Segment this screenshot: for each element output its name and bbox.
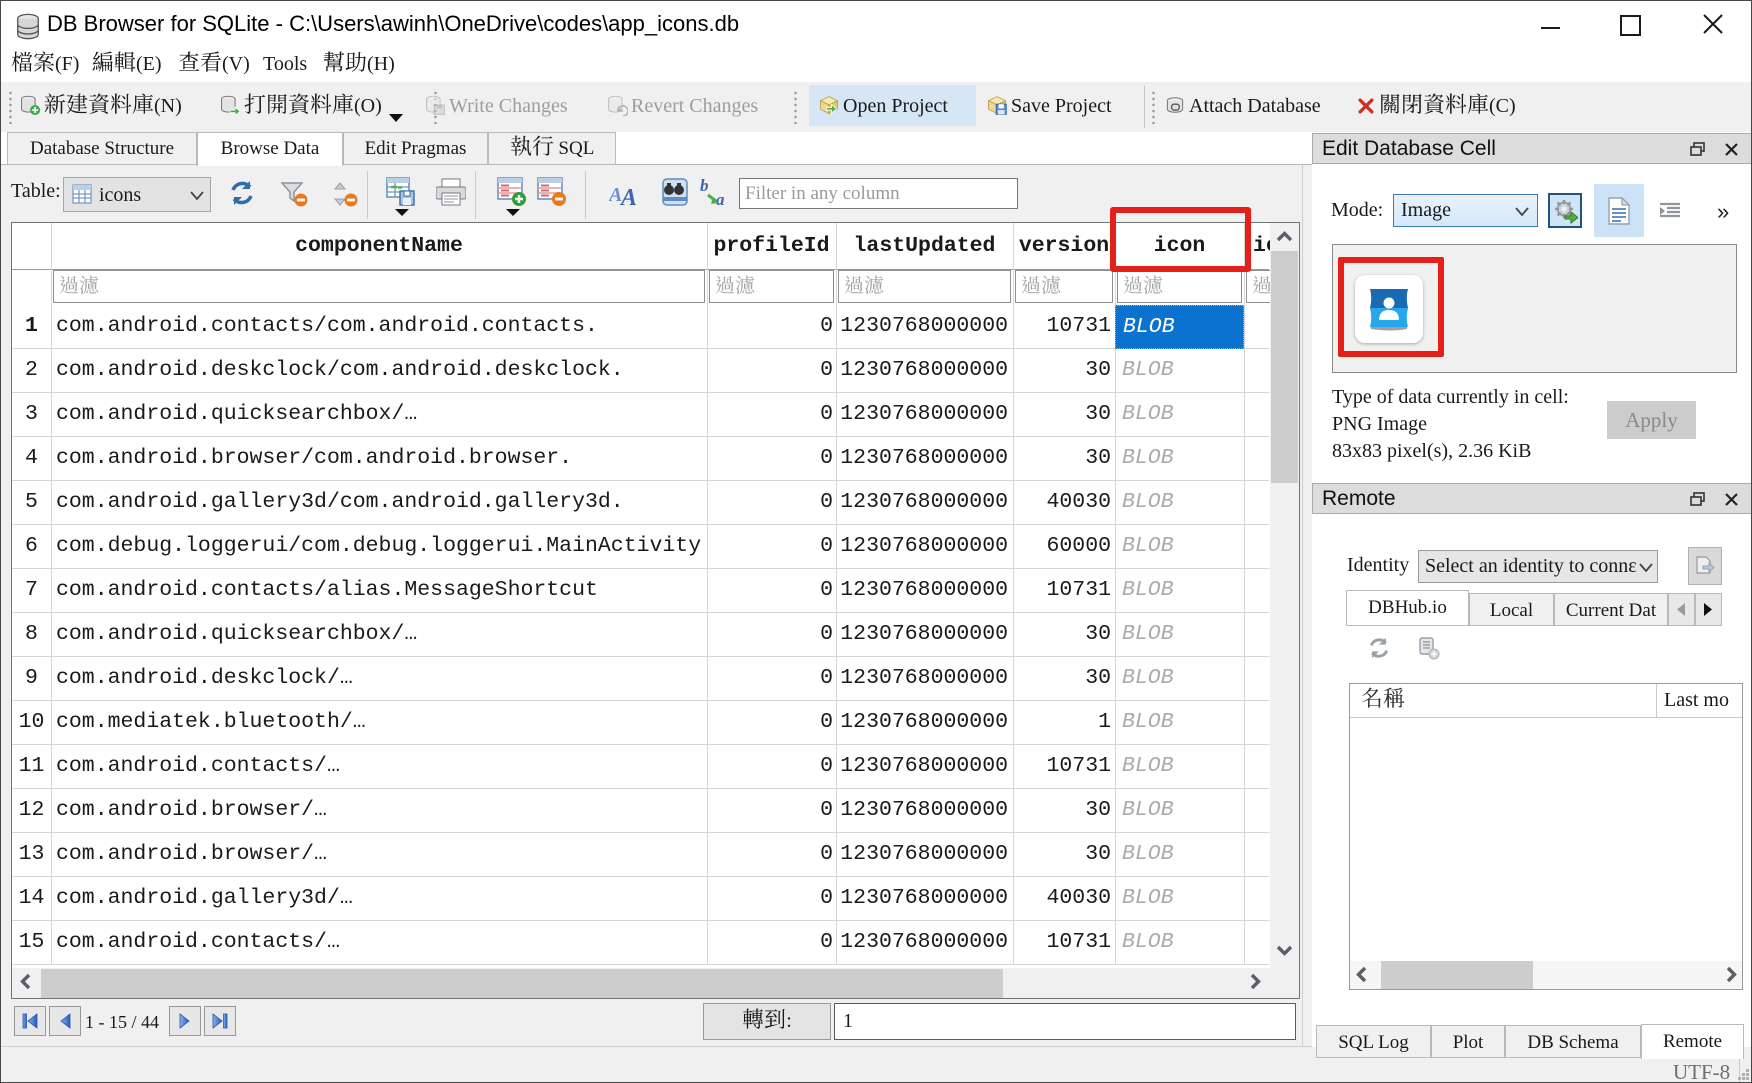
svg-text:a: a	[716, 190, 725, 209]
svg-text:b: b	[700, 177, 709, 195]
svg-text:A: A	[619, 185, 637, 207]
